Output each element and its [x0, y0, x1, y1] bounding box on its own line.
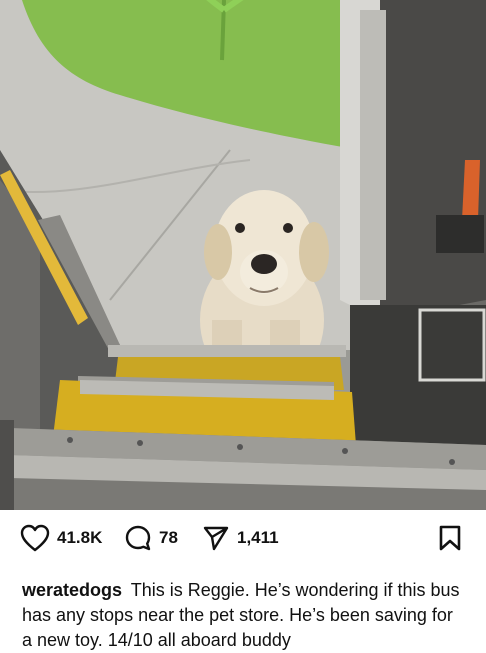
bookmark-icon[interactable] [438, 524, 462, 552]
like-action[interactable]: 41.8K [20, 524, 102, 552]
like-count[interactable]: 41.8K [57, 528, 102, 548]
comment-count[interactable]: 78 [159, 528, 178, 548]
share-action[interactable]: 1,411 [202, 524, 279, 552]
instagram-post: 41.8K 78 1,411 weratedogs This is Reggie… [0, 0, 486, 653]
paper-plane-icon[interactable] [202, 524, 230, 552]
heart-icon[interactable] [20, 524, 50, 552]
post-actions-bar: 41.8K 78 1,411 [0, 510, 486, 566]
post-caption: weratedogs This is Reggie. He’s wonderin… [0, 566, 486, 653]
caption-username[interactable]: weratedogs [22, 580, 122, 600]
post-image[interactable] [0, 0, 486, 510]
save-action[interactable] [438, 524, 462, 557]
share-count[interactable]: 1,411 [237, 528, 279, 548]
comment-action[interactable]: 78 [124, 524, 178, 552]
comment-icon[interactable] [124, 524, 152, 552]
